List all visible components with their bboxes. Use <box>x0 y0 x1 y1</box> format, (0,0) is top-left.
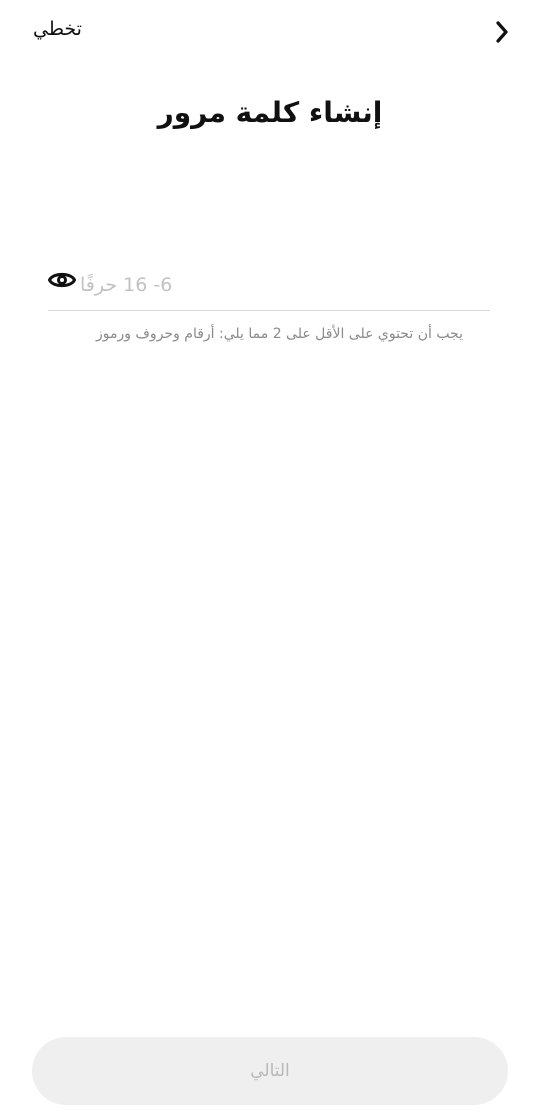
chevron-right-icon <box>496 21 508 43</box>
next-button[interactable]: التالي <box>32 1037 508 1105</box>
eye-icon[interactable] <box>48 266 76 294</box>
password-field <box>48 260 492 311</box>
skip-button[interactable]: تخطي <box>33 18 82 40</box>
page-title: إنشاء كلمة مرور <box>157 96 383 129</box>
back-button[interactable] <box>490 18 514 46</box>
password-input[interactable] <box>78 260 492 310</box>
next-button-label: التالي <box>250 1061 290 1081</box>
password-hint: يجب أن تحتوي على الأقل على 2 مما يلي: أر… <box>95 326 463 342</box>
